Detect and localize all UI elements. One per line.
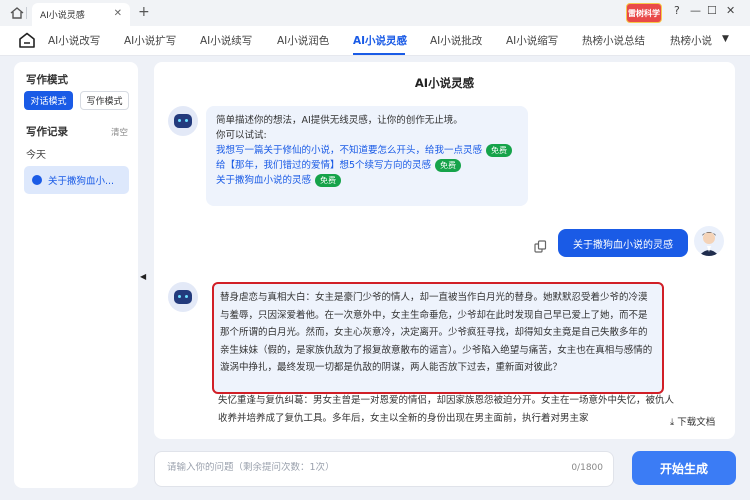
download-button[interactable]: ⤓ 下载文档 [670, 414, 715, 428]
divider [26, 7, 27, 19]
clear-history-button[interactable]: 清空 [111, 126, 128, 138]
chat-icon [32, 175, 42, 185]
tab-hot-novel[interactable]: 热榜小说 [670, 33, 712, 48]
history-item[interactable]: 关于撒狗血小... [24, 166, 129, 194]
bot-avatar [168, 282, 198, 312]
free-badge: 免费 [315, 174, 342, 187]
history-date-label: 今天 [26, 150, 46, 161]
tab-novel-abridge[interactable]: AI小说缩写 [506, 33, 558, 48]
copy-icon[interactable] [534, 240, 547, 253]
chat-panel: AI小说灵感 简单描述你的想法，AI提供无线灵感，让你的创作无止境。 你可以试试… [154, 62, 735, 439]
intro-hint: 你可以试试: [216, 130, 267, 141]
tab-hot-summary[interactable]: 热榜小说总结 [582, 33, 645, 48]
tab-title: AI小说灵感 [40, 11, 85, 21]
generate-button[interactable]: 开始生成 [632, 451, 736, 485]
suggestion-link[interactable]: 关于撒狗血小说的灵感 [216, 175, 311, 186]
home-icon[interactable] [10, 7, 24, 19]
new-tab-button[interactable]: + [138, 4, 150, 20]
free-badge: 免费 [435, 159, 462, 172]
tab-close-icon[interactable]: ✕ [114, 8, 122, 19]
user-avatar [694, 226, 724, 256]
close-icon[interactable]: ✕ [726, 4, 735, 17]
download-label: 下载文档 [677, 417, 716, 428]
tool-nav: AI小说改写 AI小说扩写 AI小说续写 AI小说润色 AI小说灵感 AI小说批… [0, 26, 750, 56]
collapse-sidebar-icon[interactable]: ◀ [140, 272, 146, 281]
brand-badge[interactable]: 雷树科学 [626, 3, 662, 23]
tab-novel-expand[interactable]: AI小说扩写 [124, 33, 176, 48]
tab-novel-polish[interactable]: AI小说润色 [277, 33, 329, 48]
intro-text: 简单描述你的想法，AI提供无线灵感，让你的创作无止境。 [216, 115, 463, 126]
suggestion-link[interactable]: 给【那年，我们错过的爱情】想5个续写方向的灵感 [216, 160, 431, 171]
question-input-box: 0/1800 [154, 451, 614, 487]
suggestion-link[interactable]: 我想写一篇关于修仙的小说，不知道要怎么开头，给我一点灵感 [216, 145, 482, 156]
help-icon[interactable]: ? [674, 4, 680, 17]
minimize-icon[interactable]: — [690, 4, 701, 17]
history-heading: 写作记录 [26, 126, 68, 138]
tab-novel-inspiration[interactable]: AI小说灵感 [353, 33, 407, 48]
download-icon: ⤓ [670, 417, 675, 428]
intro-message: 简单描述你的想法，AI提供无线灵感，让你的创作无止境。 你可以试试: 我想写一篇… [206, 106, 528, 206]
answer-paragraph: 失忆重逢与复仇纠葛：男女主曾是一对恩爱的情侣，却因家族恩怨被迫分开。女主在一场意… [218, 395, 675, 424]
question-input[interactable] [167, 462, 547, 473]
chat-mode-button[interactable]: 对话模式 [24, 91, 73, 110]
home-icon[interactable] [18, 32, 36, 48]
char-counter: 0/1800 [571, 463, 603, 473]
tab-novel-continue[interactable]: AI小说续写 [200, 33, 252, 48]
history-item-label: 关于撒狗血小... [48, 176, 115, 187]
active-tab-indicator [353, 53, 405, 55]
bot-avatar [168, 106, 198, 136]
browser-tab[interactable]: AI小说灵感 ✕ [32, 3, 130, 26]
mode-heading: 写作模式 [26, 74, 68, 86]
maximize-icon[interactable]: ☐ [707, 4, 717, 17]
tab-novel-review[interactable]: AI小说批改 [430, 33, 482, 48]
user-message: 关于撒狗血小说的灵感 [558, 229, 688, 257]
page-title: AI小说灵感 [414, 76, 475, 90]
chevron-down-icon[interactable]: ▼ [722, 34, 729, 44]
free-badge: 免费 [486, 144, 513, 157]
answer-highlighted-paragraph: 替身虐恋与真相大白：女主是豪门少爷的情人，却一直被当作白月光的替身。她默默忍受着… [212, 282, 664, 394]
title-bar: AI小说灵感 ✕ + 雷树科学 ? — ☐ ✕ [0, 0, 750, 26]
writing-mode-button[interactable]: 写作模式 [80, 91, 129, 110]
tab-novel-rewrite[interactable]: AI小说改写 [48, 33, 100, 48]
sidebar: 写作模式 对话模式 写作模式 写作记录 清空 今天 关于撒狗血小... [14, 62, 138, 488]
